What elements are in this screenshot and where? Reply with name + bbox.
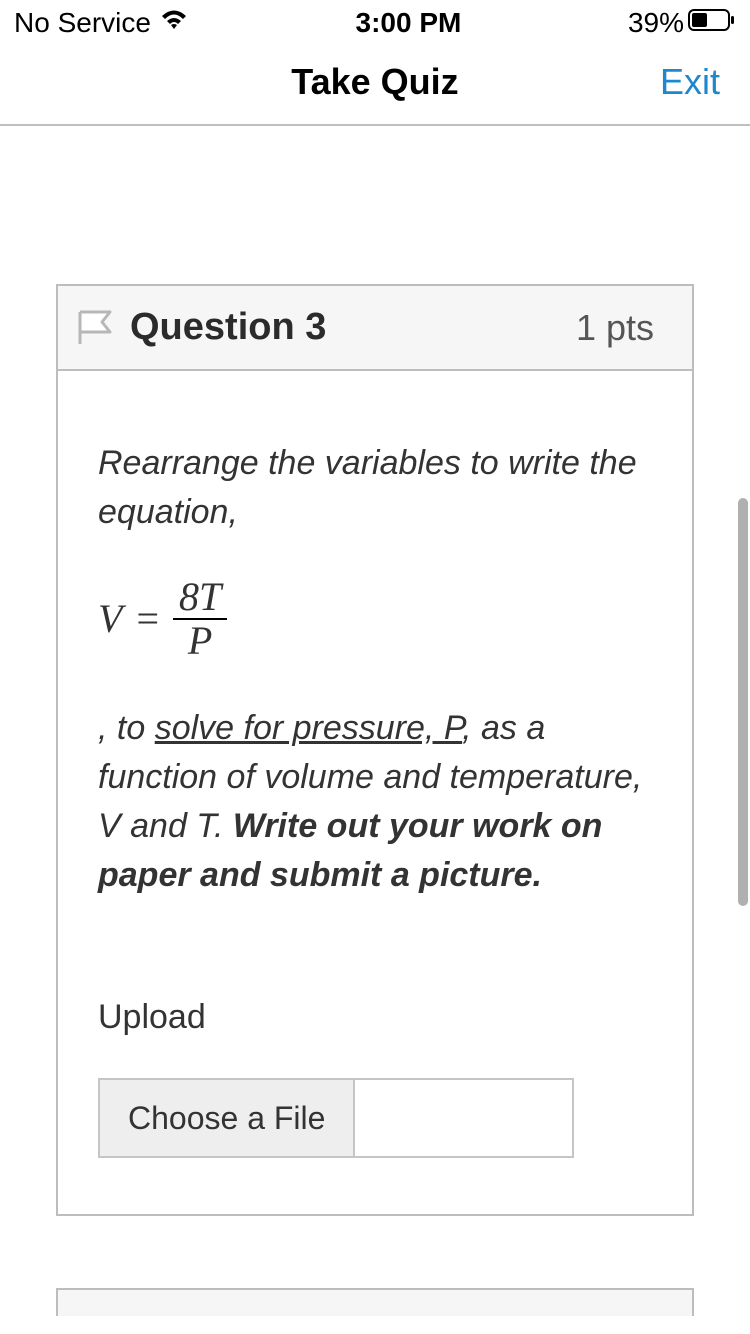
status-right: 39% — [628, 7, 736, 39]
file-name-display — [355, 1080, 572, 1156]
prompt-after: , to solve for pressure, P, as a functio… — [98, 704, 652, 901]
question-header-left: Question 3 — [76, 306, 326, 349]
equation-denominator: P — [182, 620, 218, 662]
equation-lhs: V — [98, 590, 122, 648]
equation-numerator: 8T — [173, 576, 227, 618]
service-text: No Service — [14, 7, 151, 39]
question-body: Rearrange the variables to write the equ… — [58, 371, 692, 1214]
points-label: 1 pts — [576, 307, 654, 349]
question-header: Question 3 1 pts — [58, 286, 692, 371]
status-left: No Service — [14, 7, 189, 39]
question-card: Question 3 1 pts Rearrange the variables… — [56, 284, 694, 1216]
page-title: Take Quiz — [291, 61, 458, 103]
battery-text: 39% — [628, 7, 684, 39]
file-input-row: Choose a File — [98, 1078, 574, 1158]
status-bar: No Service 3:00 PM 39% — [0, 0, 750, 40]
question-label: Question 3 — [130, 306, 326, 349]
time-text: 3:00 PM — [356, 7, 462, 39]
upload-label: Upload — [98, 993, 652, 1042]
content-area[interactable]: Question 3 1 pts Rearrange the variables… — [0, 284, 750, 1316]
wifi-icon — [159, 7, 189, 39]
equation: V = 8T P — [98, 576, 652, 662]
scrollbar-thumb[interactable] — [738, 498, 748, 906]
prompt-after-1: , to — [98, 709, 155, 747]
prompt-before: Rearrange the variables to write the equ… — [98, 439, 652, 538]
nav-bar: Take Quiz Exit — [0, 40, 750, 126]
choose-file-button[interactable]: Choose a File — [100, 1080, 355, 1156]
flag-icon[interactable] — [76, 310, 116, 346]
next-card-peek — [56, 1288, 694, 1316]
equation-equals: = — [136, 590, 159, 648]
battery-icon — [688, 7, 736, 39]
equation-fraction: 8T P — [173, 576, 227, 662]
exit-button[interactable]: Exit — [660, 61, 720, 103]
prompt-underlined: solve for pressure, P — [155, 709, 462, 747]
